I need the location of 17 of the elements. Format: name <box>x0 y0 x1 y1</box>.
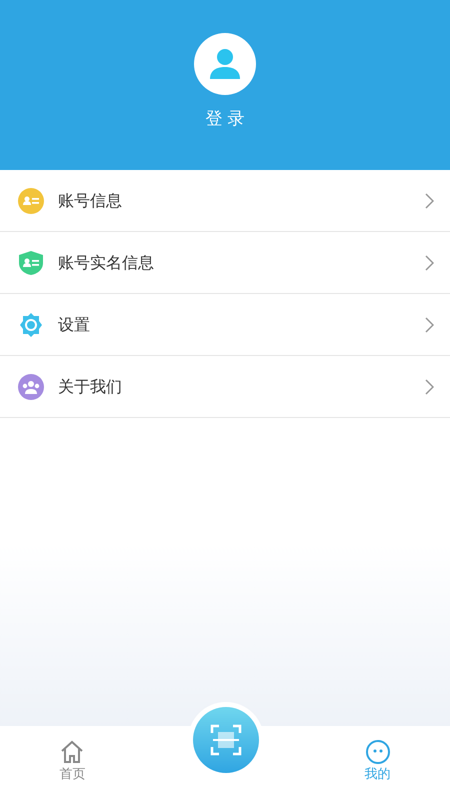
user-icon <box>207 46 243 82</box>
menu-label: 账号信息 <box>58 190 122 212</box>
menu-item[interactable]: 设置 <box>0 294 450 356</box>
scan-button[interactable] <box>193 707 259 773</box>
chevron-icon <box>425 254 434 270</box>
scan-icon <box>210 724 242 756</box>
home-icon <box>59 739 86 766</box>
chevron-icon <box>425 192 434 208</box>
menu-item[interactable]: 账号实名信息 <box>0 232 450 294</box>
tab[interactable]: 首页 <box>42 739 102 785</box>
menu-label: 设置 <box>58 314 90 336</box>
chevron-icon <box>425 378 434 394</box>
face-icon <box>364 739 391 766</box>
menu-label: 账号实名信息 <box>58 252 154 274</box>
menu-label: 关于我们 <box>58 376 122 398</box>
menu-item[interactable]: 账号信息 <box>0 170 450 232</box>
chevron-icon <box>425 316 434 332</box>
